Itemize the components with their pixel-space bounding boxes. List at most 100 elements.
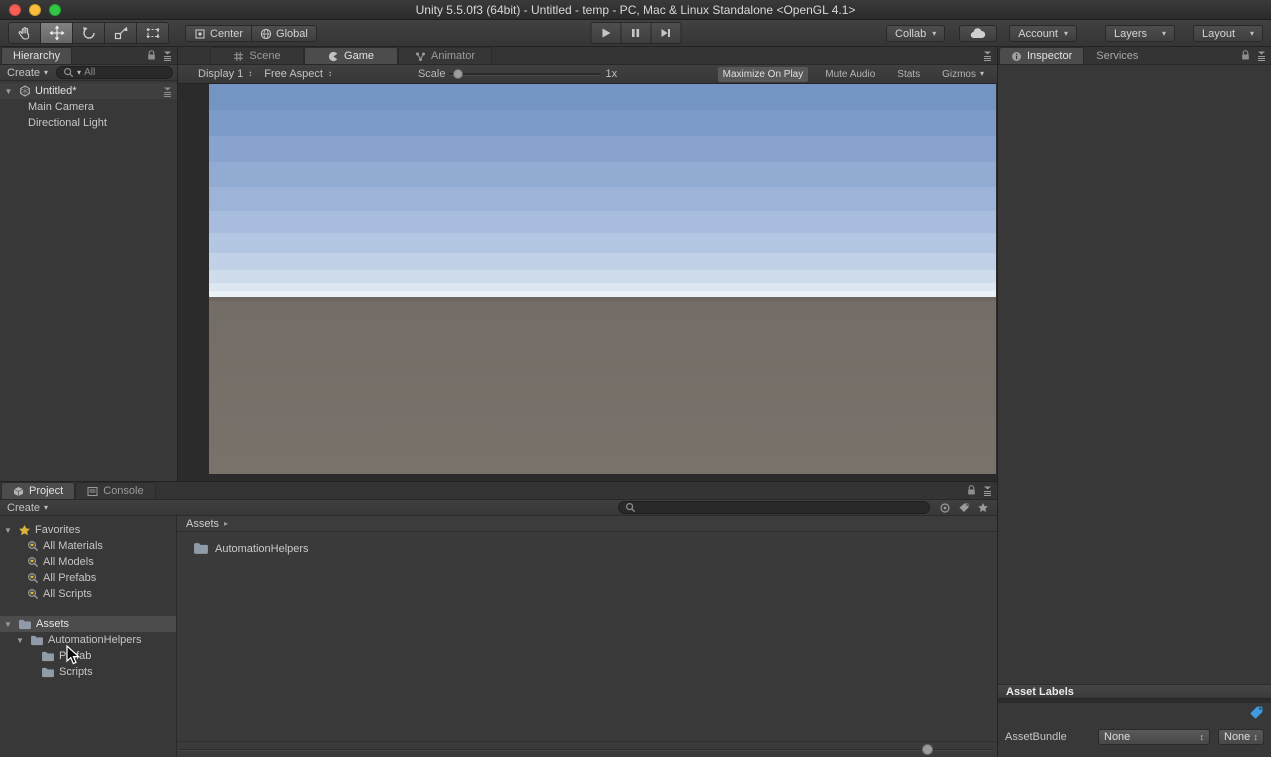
favorites-star-icon (19, 524, 30, 535)
layout-dropdown[interactable]: Layout ▾ (1193, 25, 1263, 42)
tab-scene-label: Scene (249, 50, 281, 62)
breadcrumb-assets[interactable]: Assets (186, 518, 219, 530)
rotate-tool-button[interactable] (72, 22, 105, 44)
stats-label: Stats (897, 68, 921, 80)
saved-search-star-icon[interactable] (977, 502, 989, 514)
pane-menu-icon[interactable] (1256, 50, 1267, 61)
label-tag-button[interactable] (1249, 705, 1264, 720)
tab-game[interactable]: Game (304, 47, 398, 64)
tab-hierarchy[interactable]: Hierarchy (1, 47, 73, 64)
hierarchy-item-directional-light[interactable]: Directional Light (0, 115, 177, 131)
favorites-row[interactable]: ▼ Favorites (0, 522, 176, 538)
mute-audio-toggle[interactable]: Mute Audio (820, 67, 880, 82)
hierarchy-search-filter-label: All (84, 67, 96, 78)
hierarchy-create-dropdown[interactable]: Create ▾ (4, 67, 51, 79)
foldout-arrow-icon[interactable]: ▼ (2, 87, 15, 96)
viewport-tabbar-controls (982, 50, 993, 61)
collab-dropdown[interactable]: Collab ▾ (886, 25, 946, 42)
stats-toggle[interactable]: Stats (892, 67, 925, 82)
assetbundle-dropdown[interactable]: None ↕ (1098, 729, 1210, 745)
pause-button[interactable] (620, 22, 651, 44)
scale-slider-knob[interactable] (453, 68, 464, 79)
foldout-arrow-icon[interactable]: ▼ (2, 620, 14, 629)
lock-icon[interactable] (1241, 50, 1250, 61)
favorite-all-models[interactable]: All Models (0, 554, 176, 570)
pane-menu-icon[interactable] (162, 50, 173, 61)
hierarchy-tabbar: Hierarchy (0, 47, 177, 65)
asset-labels-header: Asset Labels (998, 684, 1271, 699)
thumbnail-zoom-knob[interactable] (922, 744, 933, 755)
favorite-label: All Materials (43, 540, 103, 552)
pane-menu-icon[interactable] (982, 485, 993, 496)
rect-tool-button[interactable] (136, 22, 169, 44)
tree-folder-label: Assets (36, 618, 70, 630)
search-by-type-icon[interactable] (939, 502, 951, 514)
tree-folder-label: AutomationHelpers (48, 634, 142, 646)
thumbnail-zoom-slider[interactable] (180, 749, 994, 751)
maximize-on-play-toggle[interactable]: Maximize On Play (717, 66, 809, 82)
asset-item-automationhelpers[interactable]: AutomationHelpers (193, 542, 309, 555)
cloud-icon (971, 28, 986, 39)
display-dropdown[interactable]: Display 1 ↕ (192, 68, 258, 80)
search-icon (625, 502, 636, 513)
fullscreen-window-button[interactable] (49, 4, 61, 16)
hierarchy-item-main-camera[interactable]: Main Camera (0, 99, 177, 115)
lock-icon[interactable] (147, 50, 156, 61)
saved-search-icon (27, 572, 39, 584)
titlebar[interactable]: Unity 5.5.0f3 (64bit) - Untitled - temp … (0, 0, 1271, 20)
scale-slider[interactable] (449, 68, 602, 79)
game-tab-icon (328, 51, 340, 61)
tab-services[interactable]: Services (1084, 47, 1150, 64)
foldout-arrow-icon[interactable]: ▼ (14, 636, 26, 645)
project-create-dropdown[interactable]: Create ▾ (4, 502, 51, 514)
pivot-mode-button[interactable]: Center (185, 25, 253, 42)
cloud-services-button[interactable] (959, 25, 998, 42)
play-button[interactable] (590, 22, 621, 44)
favorite-label: All Scripts (43, 588, 92, 600)
gizmos-dropdown[interactable]: Gizmos ▾ (937, 67, 989, 82)
pause-icon (632, 29, 640, 37)
scene-row[interactable]: ▼ Untitled* (0, 83, 177, 99)
aspect-dropdown[interactable]: Free Aspect ↕ (258, 68, 338, 80)
search-by-label-icon[interactable] (958, 502, 970, 514)
hand-tool-button[interactable] (8, 22, 41, 44)
move-tool-button[interactable] (40, 22, 73, 44)
handle-rotation-button[interactable]: Global (251, 25, 317, 42)
tree-folder-automationhelpers[interactable]: ▼ AutomationHelpers (0, 632, 176, 648)
tree-folder-scripts[interactable]: Scripts (0, 664, 176, 680)
scale-tool-button[interactable] (104, 22, 137, 44)
tree-folder-prefab[interactable]: Prefab (0, 648, 176, 664)
game-view-toolbar: Display 1 ↕ Free Aspect ↕ Scale 1x Maxim… (178, 65, 997, 84)
favorite-all-prefabs[interactable]: All Prefabs (0, 570, 176, 586)
minimize-window-button[interactable] (29, 4, 41, 16)
tab-scene[interactable]: Scene (210, 47, 304, 64)
project-search-input[interactable] (618, 501, 930, 514)
step-button[interactable] (650, 22, 681, 44)
scene-menu-icon[interactable] (162, 86, 173, 97)
favorite-all-materials[interactable]: All Materials (0, 538, 176, 554)
hierarchy-tabbar-controls (147, 50, 173, 61)
animator-tab-icon (415, 52, 425, 61)
game-render[interactable] (209, 84, 996, 474)
layers-dropdown[interactable]: Layers ▾ (1105, 25, 1175, 42)
close-window-button[interactable] (9, 4, 21, 16)
tab-project[interactable]: Project (1, 482, 76, 499)
layers-label: Layers (1114, 27, 1148, 40)
assetbundle-variant-dropdown[interactable]: None ↕ (1218, 729, 1264, 745)
hierarchy-search-input[interactable]: ▾ All (56, 66, 173, 79)
tab-animator[interactable]: Animator (398, 47, 492, 64)
foldout-arrow-icon[interactable]: ▼ (2, 526, 14, 535)
hierarchy-item-label: Main Camera (28, 101, 95, 113)
tab-inspector[interactable]: Inspector (999, 47, 1085, 64)
tree-folder-assets[interactable]: ▼ Assets (0, 616, 176, 632)
game-view-toggles: Maximize On Play Mute Audio Stats Gizmos… (717, 66, 989, 82)
pane-menu-icon[interactable] (982, 50, 993, 61)
search-filter-arrow-icon: ▾ (77, 67, 82, 77)
favorite-label: All Models (43, 556, 94, 568)
favorite-all-scripts[interactable]: All Scripts (0, 586, 176, 602)
account-dropdown[interactable]: Account ▾ (1009, 25, 1077, 42)
tab-console[interactable]: Console (75, 482, 156, 499)
lock-icon[interactable] (967, 485, 976, 496)
project-folder-tree: ▼ Favorites All Materials All Models All… (0, 516, 177, 757)
